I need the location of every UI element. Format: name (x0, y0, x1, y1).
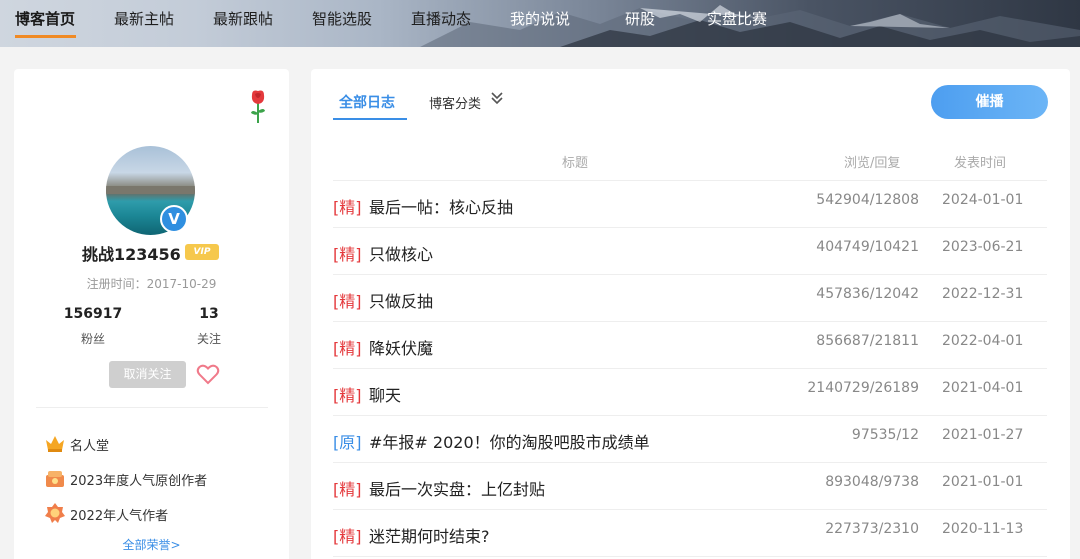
table-row[interactable]: [精] 最后一帖：核心反抽 542904/12808 2024-01-01 (333, 181, 1047, 228)
post-date: 2021-01-01 (942, 474, 1024, 490)
fans-label: 粉丝 (80, 332, 105, 346)
urge-update-button[interactable]: 催播 (931, 85, 1048, 119)
nav-smart-stock-picking[interactable]: 智能选股 (312, 8, 372, 30)
post-date: 2020-11-13 (942, 521, 1024, 537)
following-count[interactable]: 13 (169, 306, 249, 322)
post-date: 2021-01-27 (942, 427, 1024, 443)
post-title-link[interactable]: 聊天 (369, 382, 401, 406)
nav-latest-replies[interactable]: 最新跟帖 (213, 8, 273, 30)
vip-badge: VIP (185, 244, 219, 260)
post-views-replies: 542904/12808 (816, 192, 919, 208)
table-row[interactable]: [精] 聊天 2140729/26189 2021-04-01 (333, 369, 1047, 416)
column-header-publish-time: 发表时间 (954, 156, 1007, 171)
post-title-link[interactable]: 只做反抽 (369, 288, 433, 312)
honor-label: 名人堂 (70, 439, 110, 454)
table-row[interactable]: [精] 迷茫期何时结束? 227373/2310 2020-11-13 (333, 510, 1047, 557)
blog-list-panel: 全部日志 博客分类 催播 标题 浏览/回复 发表时间 [精] 最后一帖：核心反抽 5… (311, 69, 1070, 559)
all-honors-link[interactable]: 全部荣誉> (14, 536, 289, 553)
register-time: 注册时间：2017-10-29 (86, 277, 217, 291)
post-title-link[interactable]: 最后一次实盘：上亿封贴 (369, 476, 545, 500)
username: 挑战123456 (82, 245, 181, 264)
post-date: 2022-12-31 (942, 286, 1024, 302)
honor-label: 2022年人气作者 (70, 509, 169, 524)
post-title-link[interactable]: 最后一帖：核心反抽 (369, 194, 513, 218)
post-views-replies: 227373/2310 (825, 521, 919, 537)
post-date: 2022-04-01 (942, 333, 1024, 349)
post-tag: [原] (333, 433, 362, 452)
profile-card: V 挑战123456 VIP 注册时间：2017-10-29 156917 粉丝… (14, 69, 289, 559)
following-label: 关注 (196, 332, 221, 346)
post-title-link[interactable]: 只做核心 (369, 241, 433, 265)
table-row[interactable]: [精] 只做反抽 457836/12042 2022-12-31 (333, 275, 1047, 322)
heart-icon[interactable] (196, 362, 220, 386)
post-views-replies: 856687/21811 (816, 333, 919, 349)
nav-blog-home[interactable]: 博客首页 (15, 8, 75, 30)
column-header-title: 标题 (562, 156, 589, 171)
post-tag: [精] (333, 292, 362, 311)
post-date: 2023-06-21 (942, 239, 1024, 255)
fans-count[interactable]: 156917 (53, 306, 133, 322)
table-row[interactable]: [精] 降妖伏魔 856687/21811 2022-04-01 (333, 322, 1047, 369)
post-tag: [精] (333, 245, 362, 264)
top-navigation-bar: 博客首页 最新主帖 最新跟帖 智能选股 直播动态 我的说说 研股 实盘比赛 (0, 0, 1080, 47)
nav-my-posts[interactable]: 我的说说 (510, 8, 570, 30)
post-views-replies: 404749/10421 (816, 239, 919, 255)
unfollow-button[interactable]: 取消关注 (109, 361, 186, 388)
post-views-replies: 2140729/26189 (807, 380, 919, 396)
post-date: 2021-04-01 (942, 380, 1024, 396)
table-row[interactable]: [精] 最后一次实盘：上亿封贴 893048/9738 2021-01-01 (333, 463, 1047, 510)
nav-latest-posts[interactable]: 最新主帖 (114, 8, 174, 30)
column-header-views-replies: 浏览/回复 (844, 156, 901, 171)
active-tab-underline (333, 118, 407, 120)
post-date: 2024-01-01 (942, 192, 1024, 208)
post-tag: [精] (333, 198, 362, 217)
post-title-link[interactable]: #年报# 2020！你的淘股吧股市成绩单 (369, 429, 650, 453)
post-tag: [精] (333, 527, 362, 546)
nav-live-trading-contest[interactable]: 实盘比赛 (707, 8, 767, 30)
divider (36, 407, 268, 408)
table-row[interactable]: [精] 只做核心 404749/10421 2023-06-21 (333, 228, 1047, 275)
post-title-link[interactable]: 迷茫期何时结束? (369, 523, 490, 547)
tab-all-posts[interactable]: 全部日志 (339, 92, 395, 112)
post-views-replies: 457836/12042 (816, 286, 919, 302)
chevron-down-icon[interactable] (490, 90, 504, 106)
table-row[interactable]: [原] #年报# 2020！你的淘股吧股市成绩单 97535/12 2021-01-2… (333, 416, 1047, 463)
main-nav: 博客首页 最新主帖 最新跟帖 智能选股 直播动态 我的说说 研股 实盘比赛 (0, 0, 1080, 47)
post-tag: [精] (333, 480, 362, 499)
crown-icon (46, 436, 64, 452)
post-title-link[interactable]: 降妖伏魔 (369, 335, 433, 359)
rose-icon[interactable] (248, 89, 268, 125)
post-tag: [精] (333, 386, 362, 405)
nav-stock-research[interactable]: 研股 (625, 8, 655, 30)
honor-label: 2023年度人气原创作者 (70, 474, 208, 489)
post-tag: [精] (333, 339, 362, 358)
tab-blog-category[interactable]: 博客分类 (429, 93, 481, 112)
nav-live-updates[interactable]: 直播动态 (411, 8, 471, 30)
post-views-replies: 893048/9738 (825, 474, 919, 490)
medal-icon (45, 503, 65, 523)
active-tab-indicator (15, 35, 76, 38)
verified-badge-icon: V (160, 205, 188, 233)
trophy-icon (46, 471, 64, 487)
post-views-replies: 97535/12 (851, 427, 919, 443)
